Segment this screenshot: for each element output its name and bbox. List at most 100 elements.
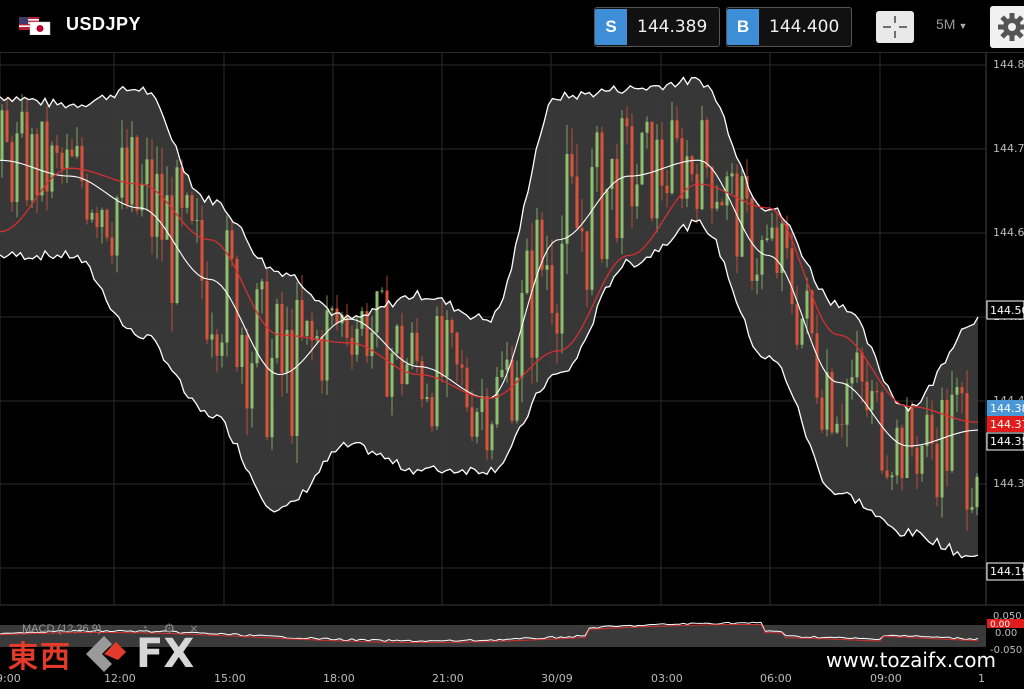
candle-body [495, 377, 499, 425]
candle-body [5, 110, 9, 143]
candle-body [185, 195, 189, 208]
candle-body [755, 274, 759, 281]
timeframe-select[interactable]: 5M ▼ [936, 16, 967, 32]
candle-body [325, 310, 329, 381]
buy-tag: B [727, 9, 759, 45]
candle-body [25, 111, 29, 201]
candle-body [655, 139, 659, 219]
price-axis-label: 144.8 [993, 58, 1024, 71]
candle-body [100, 209, 104, 228]
candle-body [395, 325, 399, 354]
symbol-title[interactable]: USDJPY [66, 14, 141, 35]
watermark-logo: 東西 FX [8, 628, 194, 680]
candle-body [350, 337, 354, 355]
caret-down-icon: ▼ [958, 21, 968, 31]
candle-body [430, 397, 434, 427]
candle-body [740, 176, 744, 257]
candle-body [930, 414, 934, 444]
price-marker-middle: 144.35 [990, 435, 1024, 448]
candle-body [790, 248, 794, 305]
candle-body [0, 110, 4, 161]
candle-body [840, 423, 844, 425]
buy-quote-button[interactable]: B 144.400 [726, 7, 852, 47]
candle-body [815, 333, 819, 398]
candle-body [105, 209, 109, 238]
settings-button[interactable] [990, 6, 1024, 48]
candle-body [35, 134, 39, 196]
time-label: 30/09 [541, 672, 573, 684]
candle-body [365, 311, 369, 357]
candle-body [80, 145, 84, 182]
candle-body [150, 159, 154, 237]
candle-body [155, 173, 159, 237]
candle-body [440, 315, 444, 377]
candle-body [530, 250, 534, 358]
sell-quote-button[interactable]: S 144.389 [594, 7, 720, 47]
watermark-kanji: 東西 [8, 640, 72, 675]
candle-body [120, 147, 124, 198]
candle-body [285, 329, 289, 373]
candle-body [110, 237, 114, 256]
candle-body [360, 311, 364, 329]
candle-body [890, 475, 894, 478]
candle-body [900, 427, 904, 479]
candle-body [320, 336, 324, 381]
candle-body [250, 363, 254, 409]
candle-body [225, 230, 229, 343]
candle-body [885, 470, 889, 478]
chart-canvas[interactable]: 144.8 144.7 144.6 144.5 144.4 144.3 144.… [0, 53, 1024, 685]
candle-body [300, 299, 304, 337]
time-label: 06:00 [760, 672, 792, 684]
candle-body [680, 138, 684, 199]
candle-body [760, 240, 764, 275]
candle-body [775, 227, 779, 274]
candle-body [380, 290, 384, 292]
price-marker-lower: 144.19 [990, 565, 1024, 578]
candle-body [730, 173, 734, 177]
price-axis: 144.8 144.7 144.6 144.5 144.4 144.3 144.… [985, 53, 1024, 605]
candle-body [385, 290, 389, 397]
candle-body [850, 377, 854, 384]
candle-body [625, 118, 629, 127]
candle-body [515, 377, 519, 421]
candle-body [455, 332, 459, 365]
candle-body [645, 121, 649, 133]
candle-body [520, 292, 524, 378]
candle-body [210, 334, 214, 340]
candle-body [115, 197, 119, 256]
candle-body [590, 167, 594, 290]
price-chart[interactable]: 144.8 144.7 144.6 144.5 144.4 144.3 144.… [0, 53, 1024, 689]
candle-body [565, 154, 569, 244]
us-jp-flag-icon [19, 17, 51, 35]
sell-tag: S [595, 9, 627, 45]
candle-body [570, 154, 574, 177]
candle-body [545, 265, 549, 270]
time-label: 1 [978, 672, 985, 684]
candle-body [200, 219, 204, 281]
candle-body [525, 250, 529, 293]
candle-body [390, 353, 394, 397]
candle-body [500, 369, 504, 378]
candle-body [465, 367, 469, 408]
candle-body [15, 133, 19, 203]
candle-body [260, 281, 264, 290]
candle-body [50, 145, 54, 192]
candle-body [305, 320, 309, 337]
candle-body [65, 149, 69, 169]
candle-body [55, 145, 59, 153]
candle-body [125, 147, 129, 205]
candle-body [90, 212, 94, 220]
candle-body [770, 227, 774, 239]
candle-body [510, 359, 514, 421]
candle-body [950, 394, 954, 471]
candle-body [830, 372, 834, 433]
crosshair-button[interactable] [876, 11, 914, 43]
candle-body [945, 399, 949, 471]
candle-body [650, 121, 654, 219]
candle-body [905, 407, 909, 479]
candle-body [835, 423, 839, 433]
candle-body [290, 329, 294, 436]
candle-body [825, 372, 829, 430]
candle-body [595, 132, 599, 168]
time-label: 15:00 [214, 672, 246, 684]
